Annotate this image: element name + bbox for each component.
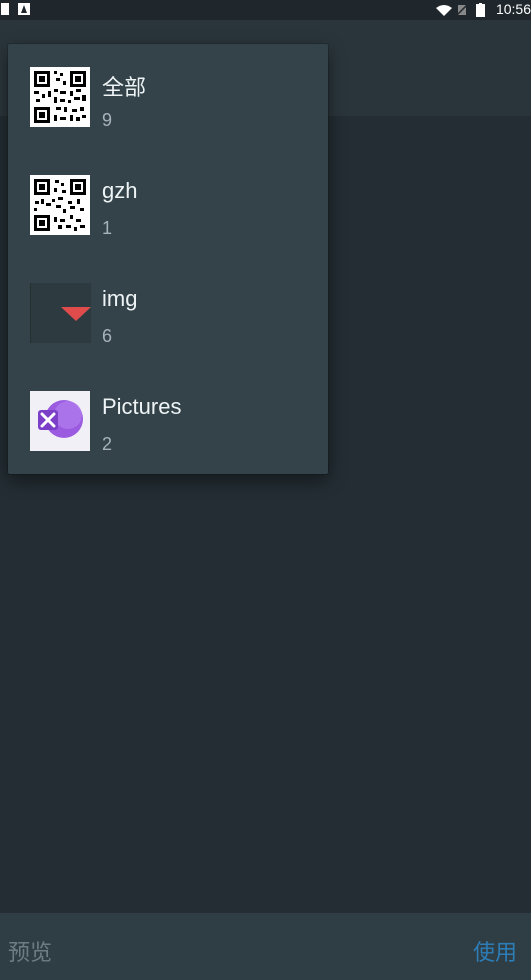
album-name: img <box>102 286 138 311</box>
red-triangle-icon <box>61 307 91 321</box>
wifi-icon <box>435 3 452 16</box>
album-item-all[interactable]: 全部 9 <box>8 44 328 152</box>
qr-code-icon <box>30 67 90 127</box>
purple-logo-thumbnail <box>30 391 90 451</box>
preview-button[interactable]: 预览 <box>8 935 52 967</box>
album-count: 2 <box>102 434 113 454</box>
album-item-pictures[interactable]: Pictures 2 <box>8 368 328 476</box>
no-sim-icon <box>456 3 468 16</box>
album-name: Pictures <box>102 394 182 419</box>
qr-code-icon <box>30 175 90 235</box>
album-count: 1 <box>102 218 113 238</box>
qr-code-thumbnail <box>30 175 90 235</box>
red-triangle-thumbnail <box>30 283 91 343</box>
album-count: 9 <box>102 110 113 130</box>
notification-icon <box>0 2 12 15</box>
app-notification-icon <box>18 2 30 15</box>
status-bar: 10:56 <box>0 0 531 20</box>
album-name: 全部 <box>102 75 147 100</box>
bottom-bar: 预览 使用 <box>0 913 531 980</box>
album-item-img[interactable]: img 6 <box>8 260 328 368</box>
qr-code-thumbnail <box>30 67 90 127</box>
purple-logo-icon <box>30 391 90 451</box>
album-item-gzh[interactable]: gzh 1 <box>8 152 328 260</box>
status-left-icons <box>0 2 30 15</box>
album-name: gzh <box>102 178 138 203</box>
album-dropdown: 全部 9 gzh 1 img 6 Pictures 2 <box>8 44 328 474</box>
album-count: 6 <box>102 326 113 346</box>
use-button[interactable]: 使用 <box>473 935 517 967</box>
status-right-icons: 10:56 <box>435 1 531 17</box>
status-time: 10:56 <box>495 1 531 17</box>
battery-icon <box>475 3 488 17</box>
